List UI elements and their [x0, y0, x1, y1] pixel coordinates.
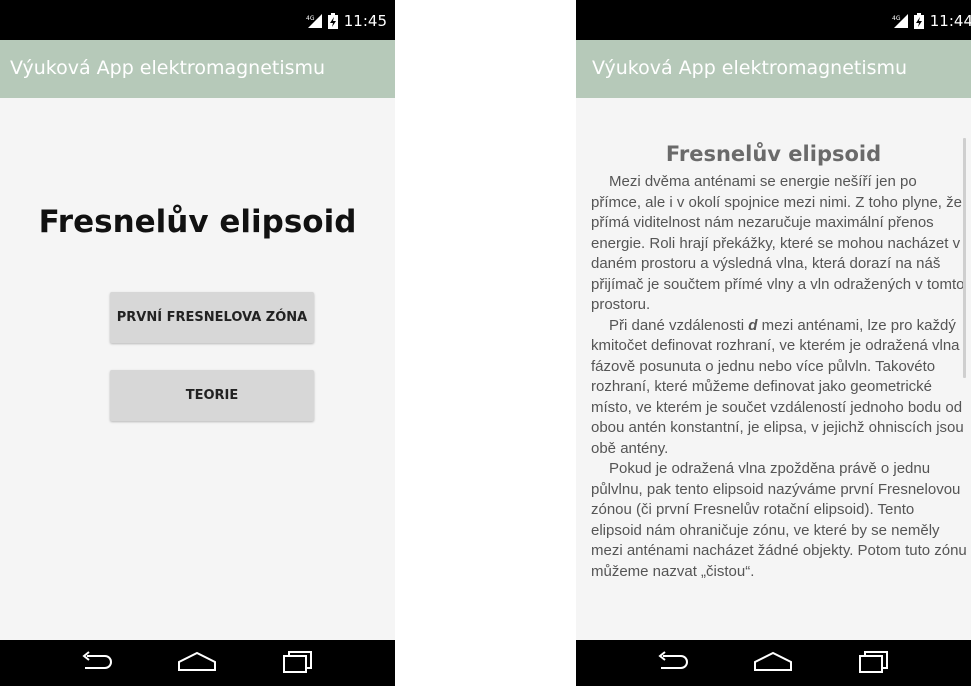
theory-text: Mezi dvěma anténami se energie nešíří je… — [591, 172, 967, 582]
recent-apps-icon[interactable] — [856, 650, 892, 674]
battery-icon — [327, 13, 338, 29]
home-icon[interactable] — [175, 650, 219, 674]
status-time: 11:45 — [343, 12, 387, 30]
recent-apps-icon[interactable] — [280, 650, 316, 674]
phone-screen-left: 4G 11:45 Výuková App elektromagnetismu F… — [0, 0, 395, 686]
theory-paragraph-2: Při dané vzdálenosti d mezi anténami, lz… — [591, 316, 967, 460]
theory-button[interactable]: TEORIE — [110, 370, 314, 421]
theory-paragraph-3: Pokud je odražená vlna zpožděna právě o … — [591, 460, 967, 580]
paragraph-2-start: Při dané vzdálenosti — [609, 316, 749, 334]
signal-4g-icon: 4G — [306, 14, 322, 28]
back-icon[interactable] — [654, 650, 690, 674]
paragraph-2-end: mezi anténami, lze pro každý kmitočet de… — [591, 316, 964, 457]
theory-paragraph-1: Mezi dvěma anténami se energie nešíří je… — [591, 173, 965, 313]
home-icon[interactable] — [751, 650, 795, 674]
first-fresnel-zone-button[interactable]: PRVNÍ FRESNELOVA ZÓNA — [110, 292, 314, 343]
navigation-bar — [576, 640, 971, 686]
page-title: Fresnelův elipsoid — [38, 204, 357, 240]
theory-title: Fresnelův elipsoid — [665, 142, 882, 166]
theory-scroll-view[interactable]: Fresnelův elipsoid Mezi dvěma anténami s… — [576, 0, 971, 640]
status-bar: 4G 11:45 — [0, 0, 395, 40]
app-bar: Výuková App elektromagnetismu — [0, 40, 395, 98]
back-icon[interactable] — [78, 650, 114, 674]
phone-screen-right: 4G 11:44 Výuková App elektromagnetismu F… — [576, 0, 971, 686]
navigation-bar — [0, 640, 395, 686]
scrollbar[interactable] — [963, 138, 966, 378]
svg-text:4G: 4G — [306, 15, 315, 22]
app-title: Výuková App elektromagnetismu — [10, 57, 326, 79]
